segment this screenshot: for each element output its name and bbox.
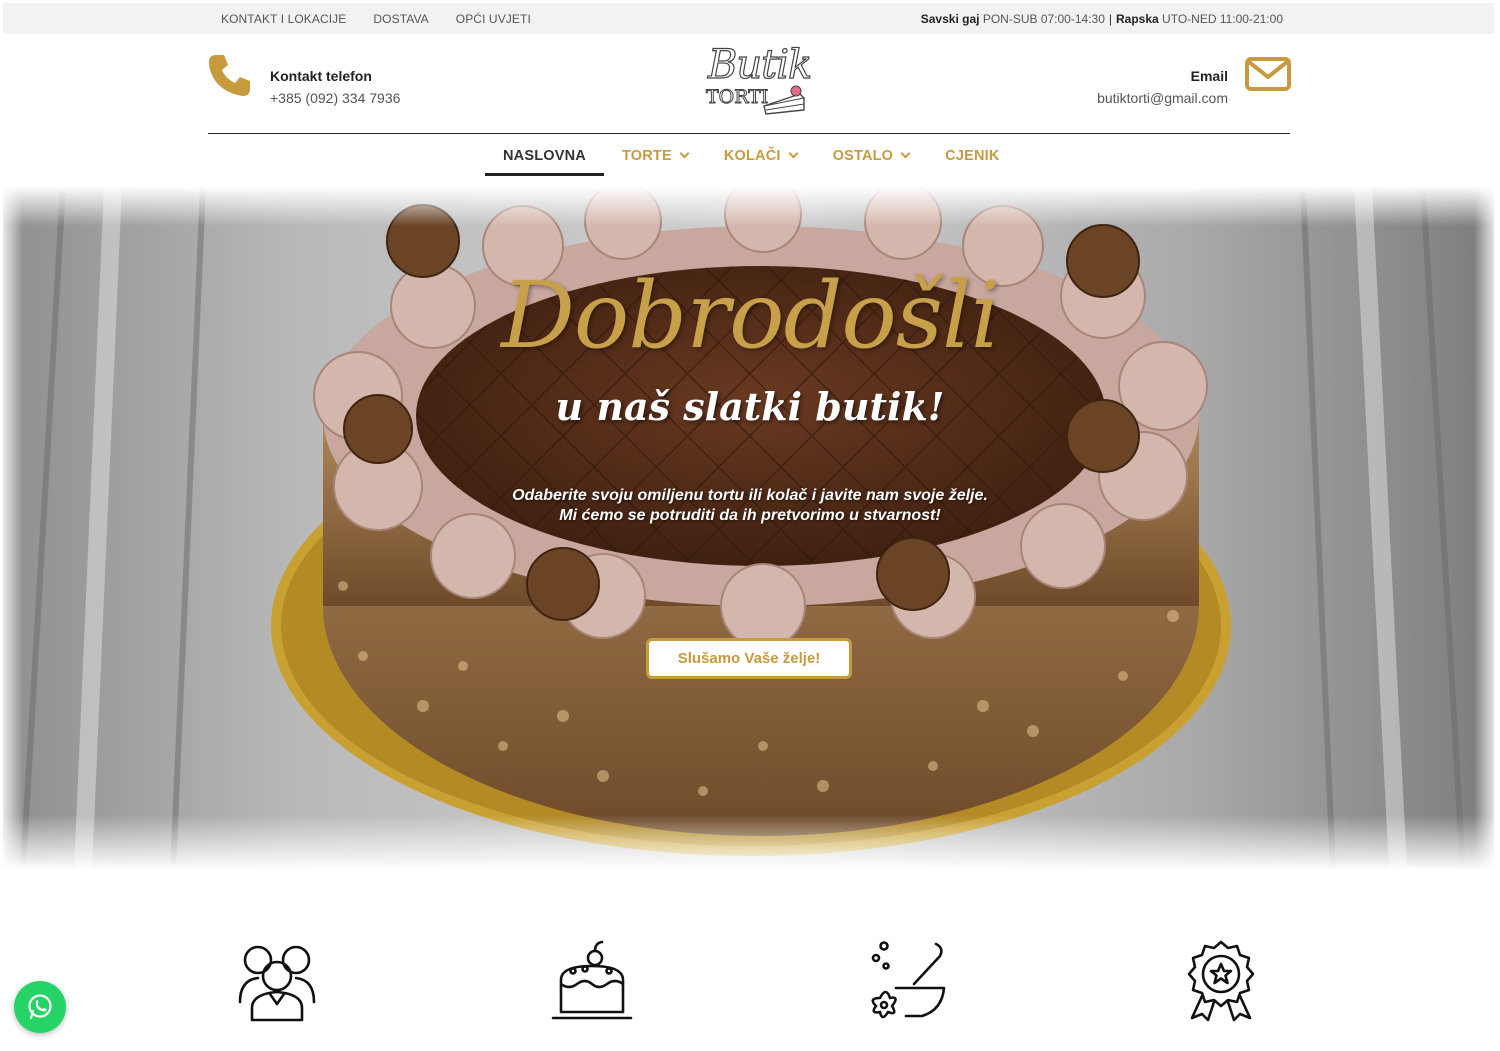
- nav-item-naslovna[interactable]: NASLOVNA: [485, 135, 604, 176]
- nav-label: OSTALO: [832, 147, 894, 164]
- page: KONTAKT I LOKACIJE DOSTAVA OPĆI UVJETI S…: [0, 0, 1500, 1051]
- nav-label: NASLOVNA: [503, 147, 586, 164]
- email-address[interactable]: butiktorti@gmail.com: [1097, 87, 1228, 109]
- opening-hours: Savski gaj PON-SUB 07:00-14:30 | Rapska UT…: [921, 3, 1283, 34]
- header-divider: [208, 133, 1290, 134]
- chevron-down-icon: [788, 148, 799, 159]
- hero-title: Dobrodošli: [501, 262, 1000, 369]
- top-bar: KONTAKT I LOKACIJE DOSTAVA OPĆI UVJETI S…: [3, 3, 1494, 34]
- hero-fade-bottom: [3, 815, 1494, 870]
- whatsapp-button[interactable]: [14, 981, 66, 1033]
- hours-location-1: Savski gaj: [920, 11, 980, 26]
- nav-label: TORTE: [621, 147, 672, 164]
- nav-item-torte[interactable]: TORTE: [604, 135, 706, 176]
- cake-icon: [551, 940, 633, 1020]
- top-links: KONTAKT I LOKACIJE DOSTAVA OPĆI UVJETI: [221, 3, 531, 34]
- chevron-down-icon: [679, 148, 690, 159]
- chevron-down-icon: [900, 148, 911, 159]
- top-link-opci-uvjeti[interactable]: OPĆI UVJETI: [456, 12, 531, 26]
- hours-separator: |: [1108, 11, 1112, 26]
- phone-label: Kontakt telefon: [270, 68, 372, 84]
- logo-text-butik: Butik: [707, 41, 812, 88]
- envelope-icon[interactable]: [1245, 57, 1291, 91]
- cake-slice-logo-icon: [763, 85, 805, 115]
- nav-item-cjenik[interactable]: CJENIK: [927, 135, 1017, 176]
- phone-contact: Kontakt telefon +385 (092) 334 7936: [270, 67, 400, 109]
- nav-label: KOLAČI: [723, 147, 781, 164]
- email-label: Email: [1190, 68, 1228, 84]
- logo[interactable]: Butik TORTI: [688, 41, 813, 118]
- logo-text-torti: TORTI: [705, 86, 769, 109]
- hero-fade-top: [3, 186, 1494, 226]
- nav-item-ostalo[interactable]: OSTALO: [815, 135, 928, 176]
- hero-description-line-1: Odaberite svoju omiljenu tortu ili kolač…: [512, 487, 988, 504]
- top-link-kontakt[interactable]: KONTAKT I LOKACIJE: [221, 12, 346, 26]
- hours-location-2: Rapska: [1116, 11, 1159, 26]
- hero-description-line-2: Mi ćemo se potruditi da ih pretvorimo u …: [559, 507, 941, 524]
- hero-subtitle: u naš slatki butik!: [555, 384, 945, 429]
- nav-item-kolaci[interactable]: KOLAČI: [706, 135, 815, 176]
- main-nav: NASLOVNA TORTE KOLAČI OSTALO CJENIK: [485, 135, 1018, 176]
- mortar-pestle-icon: [871, 941, 946, 1019]
- hours-time-2: UTO-NED 11:00-21:00: [1162, 11, 1283, 26]
- nav-label: CJENIK: [945, 147, 1000, 164]
- top-link-dostava[interactable]: DOSTAVA: [373, 12, 428, 26]
- hours-time-1: PON-SUB 07:00-14:30: [982, 11, 1105, 26]
- people-icon: [238, 945, 316, 1022]
- phone-icon[interactable]: [207, 52, 253, 98]
- whatsapp-icon: [28, 994, 52, 1020]
- phone-number[interactable]: +385 (092) 334 7936: [270, 87, 400, 109]
- hero-description: Odaberite svoju omiljenu tortu ili kolač…: [0, 486, 1500, 526]
- hero-cta-button[interactable]: Slušamo Vaše želje!: [646, 638, 852, 679]
- award-badge-icon: [1187, 940, 1255, 1022]
- email-contact: Email butiktorti@gmail.com: [1097, 67, 1228, 109]
